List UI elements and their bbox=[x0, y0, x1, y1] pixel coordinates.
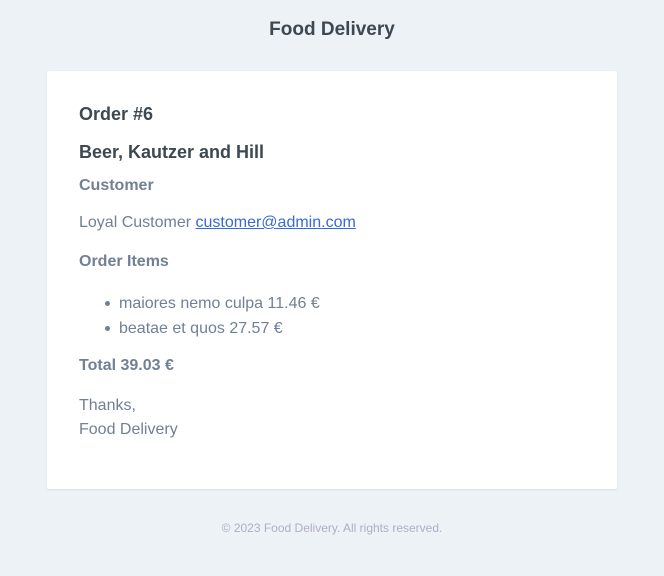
customer-name: Loyal Customer bbox=[79, 214, 192, 231]
order-items-heading: Order Items bbox=[79, 253, 169, 270]
customer-line: Loyal Customer customer@admin.com bbox=[79, 214, 356, 232]
customer-heading: Customer bbox=[79, 177, 154, 194]
thanks-text: Thanks, bbox=[79, 397, 136, 414]
signoff: Thanks, Food Delivery bbox=[79, 394, 178, 442]
brand-title-link[interactable]: Food Delivery bbox=[269, 19, 395, 41]
order-title: Order #6 bbox=[79, 104, 154, 124]
email-footer: © 2023 Food Delivery. All rights reserve… bbox=[0, 521, 664, 535]
order-items-list: maiores nemo culpa 11.46 € beatae et quo… bbox=[79, 291, 320, 341]
list-item: maiores nemo culpa 11.46 € bbox=[79, 291, 320, 316]
customer-email-link[interactable]: customer@admin.com bbox=[196, 214, 356, 231]
email-header: Food Delivery bbox=[0, 0, 664, 71]
list-item: beatae et quos 27.57 € bbox=[79, 316, 320, 341]
signature-text: Food Delivery bbox=[79, 421, 178, 438]
copyright-text: © 2023 Food Delivery. All rights reserve… bbox=[221, 521, 443, 535]
order-total: Total 39.03 € bbox=[79, 357, 174, 374]
restaurant-name: Beer, Kautzer and Hill bbox=[79, 142, 265, 162]
email-body-card: Order #6 Beer, Kautzer and Hill Customer… bbox=[47, 71, 617, 489]
